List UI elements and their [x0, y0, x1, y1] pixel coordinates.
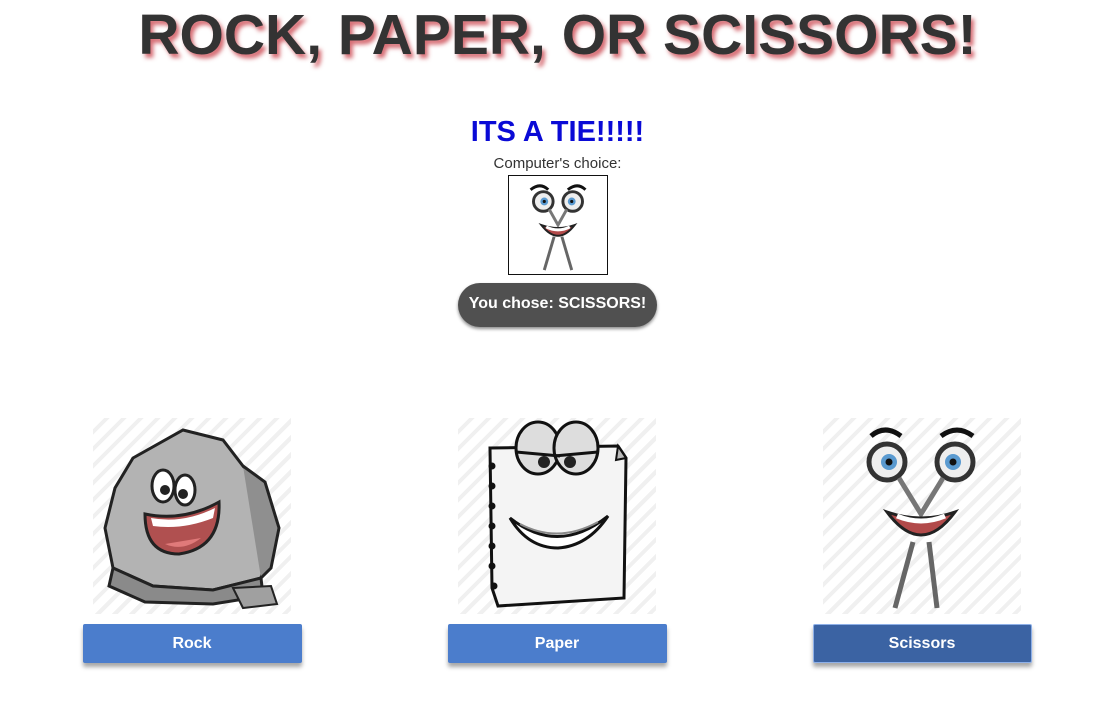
scissors-character-icon — [823, 418, 1021, 614]
scissors-choice-card: Scissors — [812, 418, 1032, 663]
rock-choice-card: Rock — [82, 418, 302, 663]
rock-button[interactable]: Rock — [82, 624, 302, 663]
paper-image[interactable] — [458, 418, 656, 614]
paper-button[interactable]: Paper — [447, 624, 667, 663]
scissors-character-icon — [509, 176, 607, 274]
computer-choice-label: Computer's choice: — [493, 155, 622, 172]
game-title: ROCK, PAPER, OR SCISSORS! — [138, 3, 977, 67]
scissors-button[interactable]: Scissors — [812, 624, 1032, 663]
game-page: ROCK, PAPER, OR SCISSORS! ITS A TIE!!!!!… — [0, 0, 1105, 711]
paper-choice-card: Paper — [447, 418, 667, 663]
scissors-image[interactable] — [823, 418, 1021, 614]
result-area: ITS A TIE!!!!! Computer's choice: You ch… — [0, 112, 1105, 327]
paper-character-icon — [458, 418, 656, 614]
rock-character-icon — [93, 418, 291, 614]
user-choice-badge: You chose: SCISSORS! — [457, 283, 658, 327]
result-message: ITS A TIE!!!!! — [470, 116, 645, 148]
computer-choice-image — [507, 175, 608, 275]
rock-image[interactable] — [93, 418, 291, 614]
